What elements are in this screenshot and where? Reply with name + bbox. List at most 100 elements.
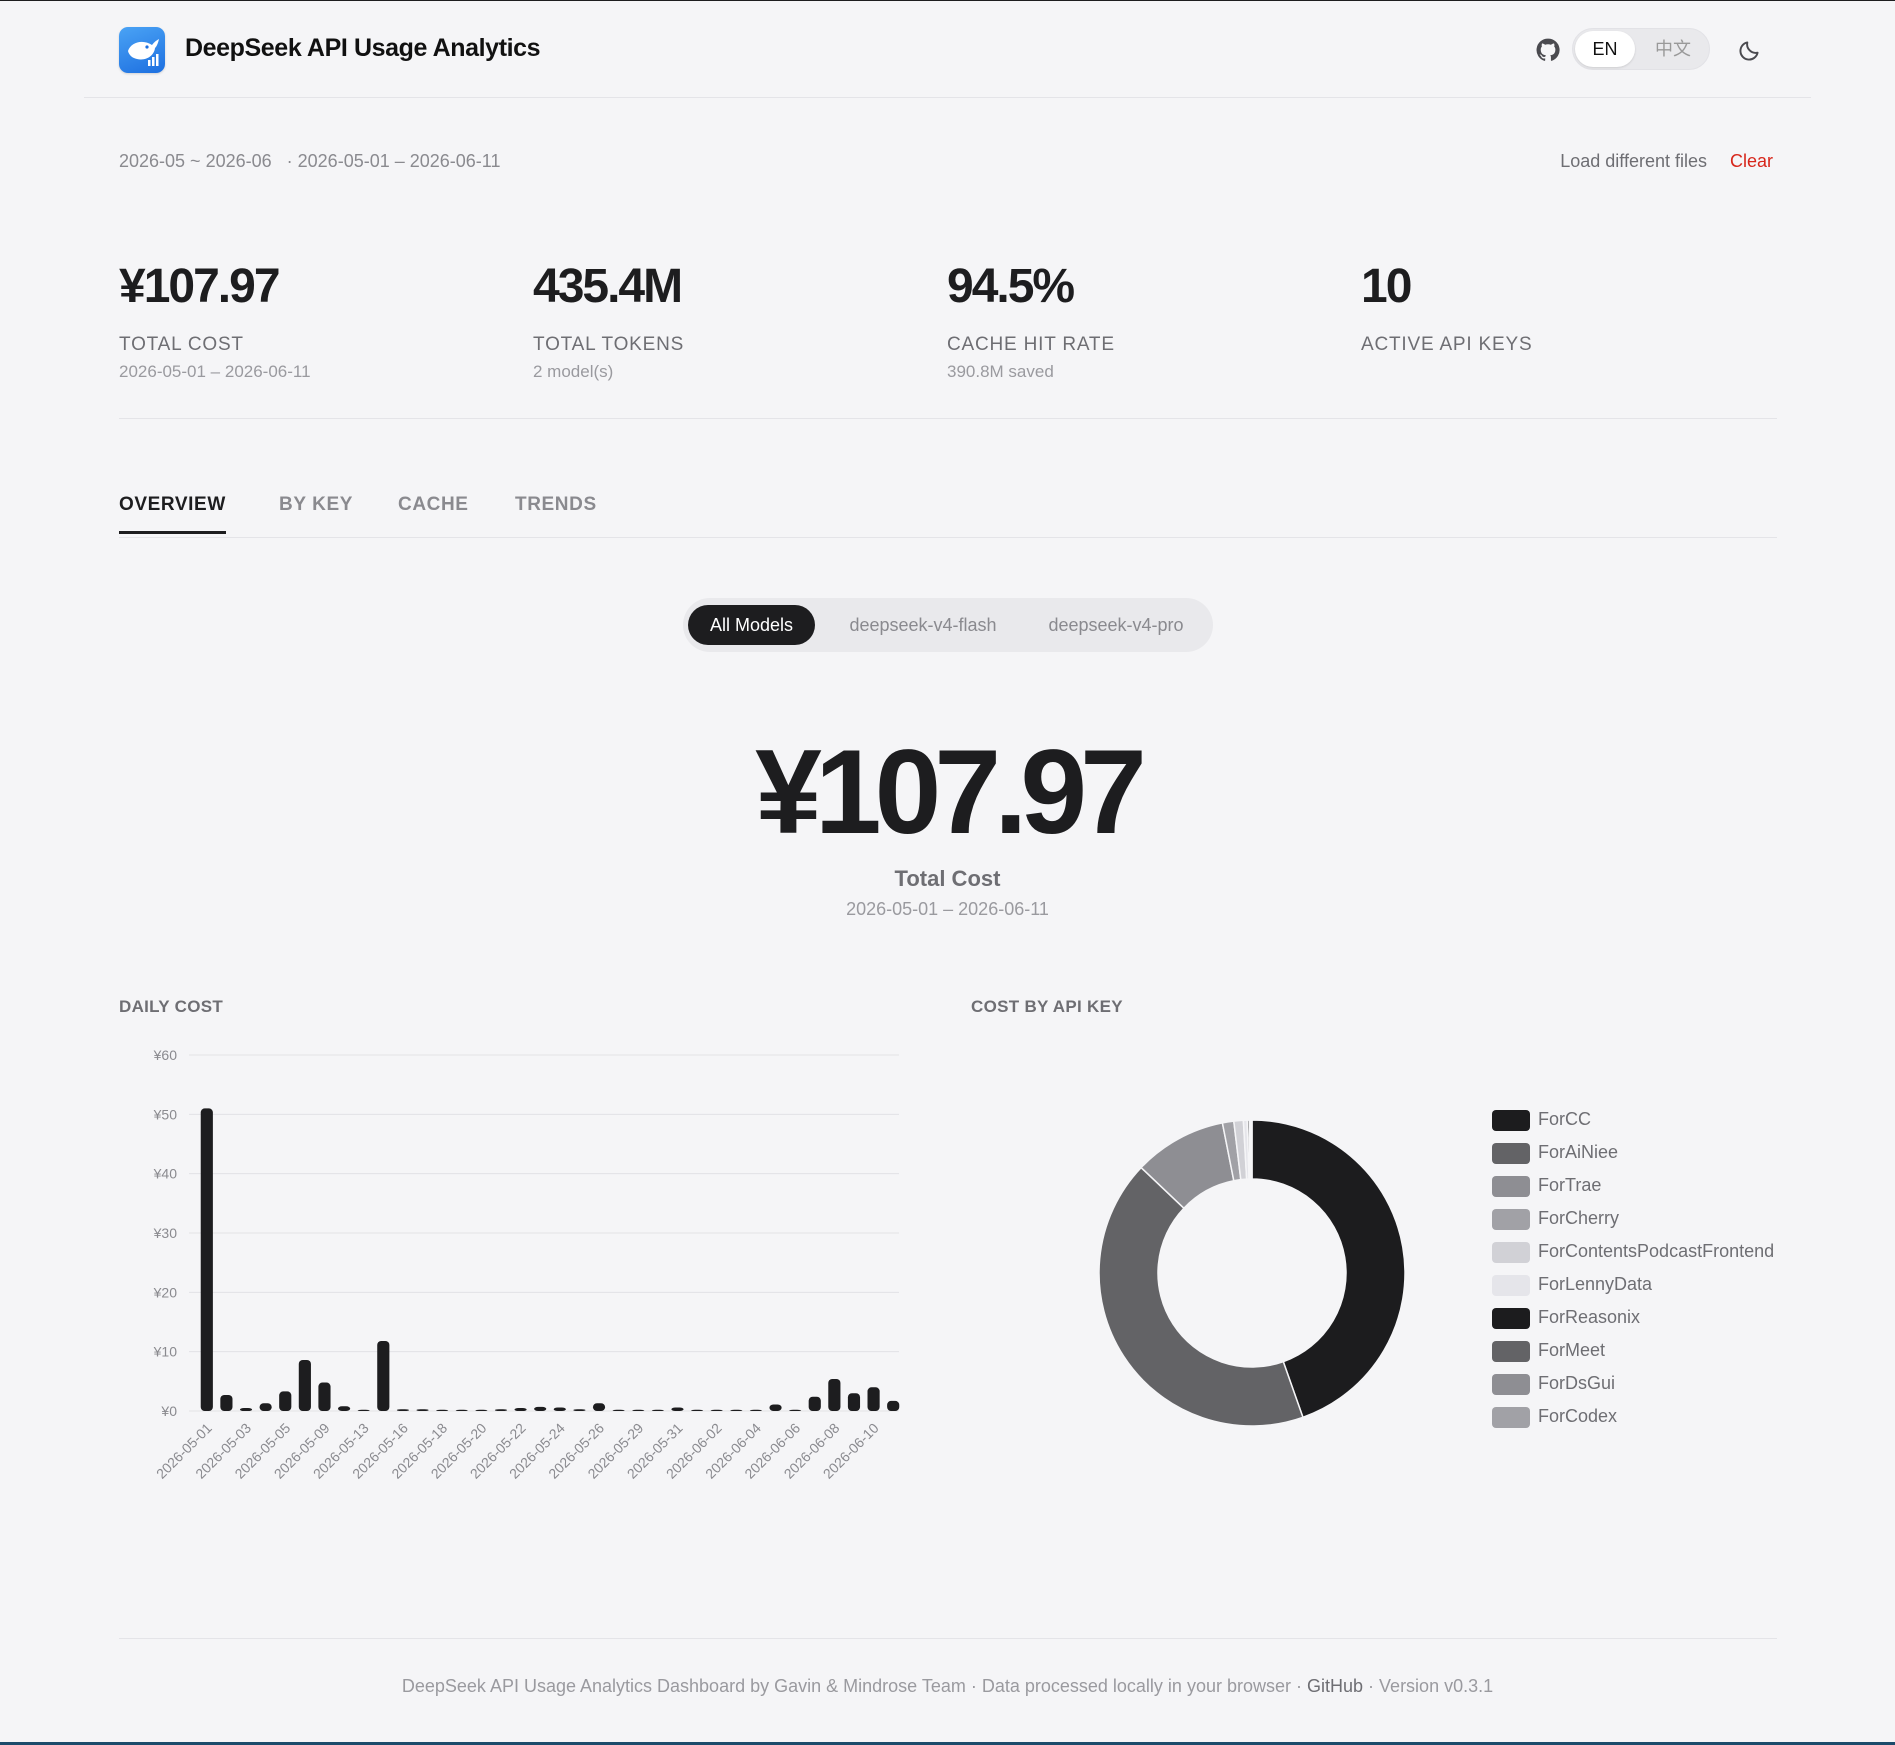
load-files-link[interactable]: Load different files bbox=[1560, 151, 1707, 172]
bar[interactable] bbox=[475, 1409, 488, 1411]
language-toggle: EN 中文 bbox=[1572, 28, 1710, 70]
bar[interactable] bbox=[887, 1400, 900, 1411]
bar[interactable] bbox=[200, 1108, 213, 1411]
lang-en-button[interactable]: EN bbox=[1575, 31, 1635, 67]
big-total-range: 2026-05-01 – 2026-06-11 bbox=[846, 899, 1049, 919]
y-tick-label: ¥60 bbox=[153, 1047, 178, 1063]
bar[interactable] bbox=[612, 1409, 625, 1411]
bar[interactable] bbox=[436, 1409, 449, 1411]
legend-swatch bbox=[1492, 1407, 1530, 1428]
tab-bar: OVERVIEW BY KEY CACHE TRENDS bbox=[119, 489, 1777, 538]
footer: DeepSeek API Usage Analytics Dashboard b… bbox=[0, 1676, 1895, 1697]
legend-swatch bbox=[1492, 1110, 1530, 1131]
bar[interactable] bbox=[455, 1409, 468, 1411]
bar[interactable] bbox=[220, 1394, 233, 1411]
legend-label: ForContentsPodcastFrontend bbox=[1538, 1241, 1775, 1261]
legend-swatch bbox=[1492, 1341, 1530, 1362]
legend-swatch bbox=[1492, 1242, 1530, 1263]
y-tick-label: ¥20 bbox=[153, 1284, 178, 1300]
tab-trends[interactable]: TRENDS bbox=[515, 494, 597, 531]
date-range: 2026-05 ~ 2026-06 · 2026-05-01 – 2026-06… bbox=[119, 151, 510, 172]
legend-label: ForDsGui bbox=[1538, 1373, 1616, 1393]
stat-total-tokens: 435.4M TOTAL TOKENS 2 model(s) bbox=[533, 259, 684, 382]
donut-slice[interactable] bbox=[1098, 1166, 1304, 1427]
bar[interactable] bbox=[710, 1409, 723, 1411]
legend-swatch bbox=[1492, 1275, 1530, 1296]
app-header: DeepSeek API Usage Analytics EN 中文 bbox=[84, 1, 1811, 98]
stat-label: ACTIVE API KEYS bbox=[1361, 334, 1533, 355]
stat-sub: 2 model(s) bbox=[533, 362, 614, 381]
legend-swatch bbox=[1492, 1209, 1530, 1230]
bar[interactable] bbox=[239, 1408, 253, 1411]
bar[interactable] bbox=[592, 1403, 606, 1411]
legend-label: ForReasonix bbox=[1538, 1307, 1641, 1327]
y-tick-label: ¥50 bbox=[153, 1106, 178, 1122]
tab-overview[interactable]: OVERVIEW bbox=[119, 494, 226, 534]
bar[interactable] bbox=[632, 1409, 645, 1411]
bar[interactable] bbox=[416, 1409, 429, 1411]
app-logo bbox=[119, 27, 165, 73]
legend-label: ForMeet bbox=[1538, 1340, 1606, 1360]
legend-swatch bbox=[1492, 1143, 1530, 1164]
daily-cost-title: DAILY COST bbox=[119, 997, 224, 1016]
stat-label: CACHE HIT RATE bbox=[947, 334, 1115, 355]
legend-label: ForCherry bbox=[1538, 1208, 1620, 1228]
bar[interactable] bbox=[789, 1409, 802, 1411]
bar[interactable] bbox=[279, 1391, 292, 1411]
model-option-pro[interactable]: deepseek-v4-pro bbox=[1023, 605, 1209, 645]
bar[interactable] bbox=[534, 1406, 547, 1411]
bar[interactable] bbox=[691, 1409, 704, 1411]
bar[interactable] bbox=[749, 1409, 762, 1411]
legend-label: ForAiNiee bbox=[1538, 1142, 1619, 1162]
bar[interactable] bbox=[769, 1404, 782, 1411]
footer-divider bbox=[119, 1638, 1777, 1639]
tab-cache[interactable]: CACHE bbox=[398, 494, 469, 531]
bar[interactable] bbox=[553, 1407, 566, 1411]
legend-swatch bbox=[1492, 1374, 1530, 1395]
bar[interactable] bbox=[338, 1406, 351, 1411]
bar[interactable] bbox=[730, 1409, 743, 1411]
tab-by-key[interactable]: BY KEY bbox=[279, 494, 353, 531]
bar[interactable] bbox=[357, 1409, 370, 1411]
moon-icon[interactable] bbox=[1737, 37, 1763, 63]
stat-value: 435.4M bbox=[533, 260, 683, 313]
model-option-flash[interactable]: deepseek-v4-flash bbox=[823, 605, 1023, 645]
stat-label: TOTAL TOKENS bbox=[533, 334, 685, 355]
legend-label: ForCodex bbox=[1538, 1406, 1618, 1426]
bar[interactable] bbox=[573, 1409, 586, 1411]
footer-github-link[interactable]: GitHub bbox=[1307, 1676, 1363, 1696]
bar[interactable] bbox=[828, 1378, 841, 1411]
clear-button[interactable]: Clear bbox=[1730, 151, 1773, 172]
stat-value: ¥107.97 bbox=[119, 260, 281, 313]
bar[interactable] bbox=[671, 1407, 684, 1411]
donut-slice[interactable] bbox=[1250, 1119, 1253, 1180]
bar[interactable] bbox=[298, 1359, 311, 1411]
stat-total-cost: ¥107.97 TOTAL COST 2026-05-01 – 2026-06-… bbox=[119, 259, 311, 382]
legend-label: ForLennyData bbox=[1538, 1274, 1653, 1294]
lang-zh-button[interactable]: 中文 bbox=[1647, 31, 1699, 67]
stat-cache-hit-rate: 94.5% CACHE HIT RATE 390.8M saved bbox=[947, 259, 1115, 382]
y-tick-label: ¥40 bbox=[153, 1166, 178, 1182]
model-option-all[interactable]: All Models bbox=[688, 605, 815, 645]
bar[interactable] bbox=[867, 1387, 880, 1411]
range-dates: · 2026-05-01 – 2026-06-11 bbox=[286, 151, 501, 171]
bar[interactable] bbox=[847, 1393, 861, 1411]
model-selector: All Models deepseek-v4-flash deepseek-v4… bbox=[683, 598, 1213, 652]
github-icon[interactable] bbox=[1535, 37, 1561, 63]
legend-swatch bbox=[1492, 1308, 1530, 1329]
bar[interactable] bbox=[651, 1409, 664, 1411]
legend-label: ForCC bbox=[1538, 1109, 1591, 1129]
bar[interactable] bbox=[377, 1340, 390, 1411]
bar[interactable] bbox=[259, 1403, 272, 1411]
app-title: DeepSeek API Usage Analytics bbox=[185, 34, 541, 62]
range-months: 2026-05 ~ 2026-06 bbox=[119, 151, 272, 171]
bar[interactable] bbox=[514, 1408, 527, 1411]
y-tick-label: ¥10 bbox=[153, 1344, 178, 1360]
bar[interactable] bbox=[318, 1382, 331, 1411]
bar[interactable] bbox=[494, 1409, 508, 1411]
daily-cost-chart: ¥0¥10¥20¥30¥40¥50¥602026-05-012026-05-03… bbox=[153, 1047, 900, 1482]
bar[interactable] bbox=[808, 1396, 821, 1411]
bar[interactable] bbox=[396, 1409, 409, 1411]
stat-value: 94.5% bbox=[947, 260, 1075, 313]
stats-row: ¥107.97 TOTAL COST 2026-05-01 – 2026-06-… bbox=[119, 259, 1777, 419]
